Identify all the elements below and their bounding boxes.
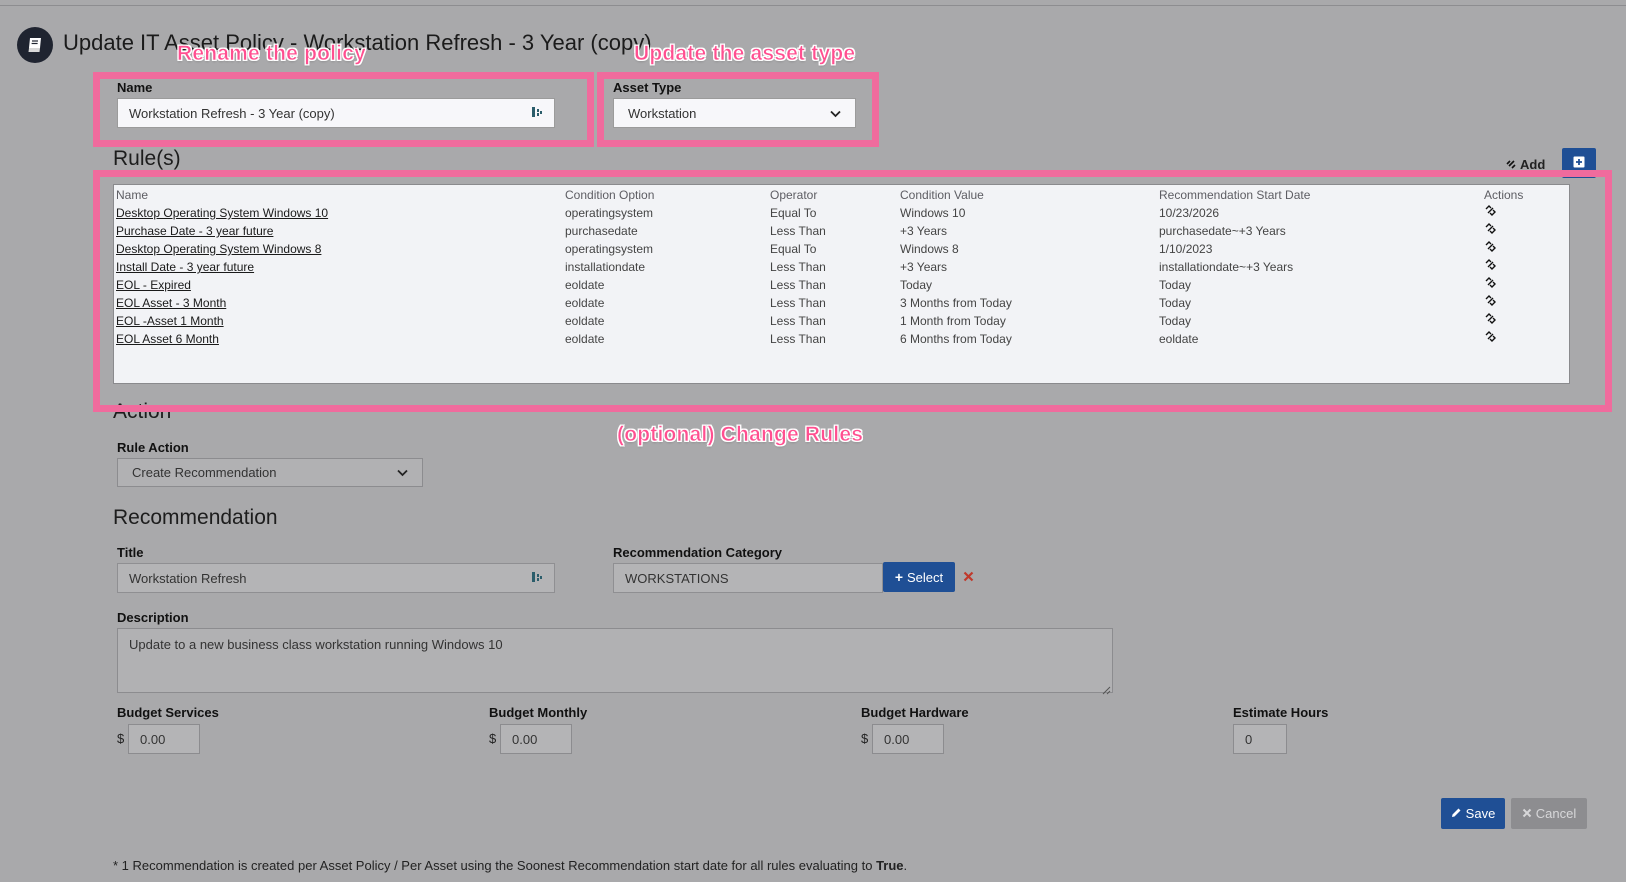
footer-note: * 1 Recommendation is created per Asset …	[113, 858, 907, 873]
estimate-hours-label: Estimate Hours	[1233, 705, 1329, 720]
budget-hardware-input[interactable]: 0.00	[872, 724, 944, 754]
budget-monthly-value: 0.00	[512, 731, 538, 747]
budget-services-input[interactable]: 0.00	[128, 724, 200, 754]
rule-action-value: Create Recommendation	[132, 465, 277, 480]
category-input: WORKSTATIONS	[613, 563, 883, 593]
rule-action-select[interactable]: Create Recommendation	[117, 458, 423, 487]
resize-handle-icon[interactable]	[1102, 682, 1111, 700]
rule-action-label: Rule Action	[117, 440, 189, 455]
password-manager-icon[interactable]	[531, 570, 543, 587]
currency-symbol: $	[489, 731, 497, 746]
save-button[interactable]: Save	[1441, 798, 1505, 829]
budget-monthly-label: Budget Monthly	[489, 705, 588, 720]
estimate-hours-value: 0	[1245, 731, 1253, 747]
footer-note-suffix: .	[903, 858, 908, 873]
description-label: Description	[117, 610, 189, 625]
description-textarea[interactable]: Update to a new business class workstati…	[117, 628, 1113, 693]
annotation-asset-type: Update the asset type	[634, 42, 856, 66]
recommendation-section-title: Recommendation	[113, 506, 278, 529]
category-value: WORKSTATIONS	[625, 570, 729, 586]
policy-book-icon	[17, 27, 53, 63]
annotation-rules: (optional) Change Rules	[617, 423, 864, 447]
budget-hardware-value: 0.00	[884, 731, 910, 747]
estimate-hours-input[interactable]: 0	[1233, 724, 1287, 754]
select-label: Select	[907, 569, 944, 585]
top-divider	[0, 5, 1626, 6]
cancel-label: Cancel	[1535, 806, 1577, 821]
title-label: Title	[117, 545, 144, 560]
close-icon	[1522, 806, 1532, 821]
highlight-asset-type-box	[597, 72, 879, 147]
title-input[interactable]: Workstation Refresh	[117, 563, 555, 593]
highlight-rules-box	[93, 170, 1612, 412]
title-input-value: Workstation Refresh	[129, 570, 247, 586]
clear-category-icon[interactable]	[963, 569, 974, 587]
plus-square-icon	[1573, 156, 1585, 171]
annotation-rename: Rename the policy	[177, 42, 366, 66]
currency-symbol: $	[861, 731, 869, 746]
highlight-name-box	[93, 72, 594, 147]
chevron-down-icon	[397, 465, 408, 480]
description-value: Update to a new business class workstati…	[129, 637, 503, 652]
budget-hardware-label: Budget Hardware	[861, 705, 969, 720]
budget-services-value: 0.00	[140, 731, 166, 747]
save-label: Save	[1465, 806, 1496, 821]
budget-monthly-input[interactable]: 0.00	[500, 724, 572, 754]
category-label: Recommendation Category	[613, 545, 783, 560]
rules-section-title: Rule(s)	[113, 147, 181, 170]
budget-services-label: Budget Services	[117, 705, 219, 720]
pencil-icon	[1451, 806, 1462, 821]
plus-icon: +	[894, 569, 904, 585]
cancel-button[interactable]: Cancel	[1511, 798, 1587, 829]
currency-symbol: $	[117, 731, 125, 746]
footer-note-bold: True	[876, 858, 904, 873]
select-category-button[interactable]: + Select	[883, 562, 955, 592]
footer-note-text: * 1 Recommendation is created per Asset …	[113, 858, 877, 873]
